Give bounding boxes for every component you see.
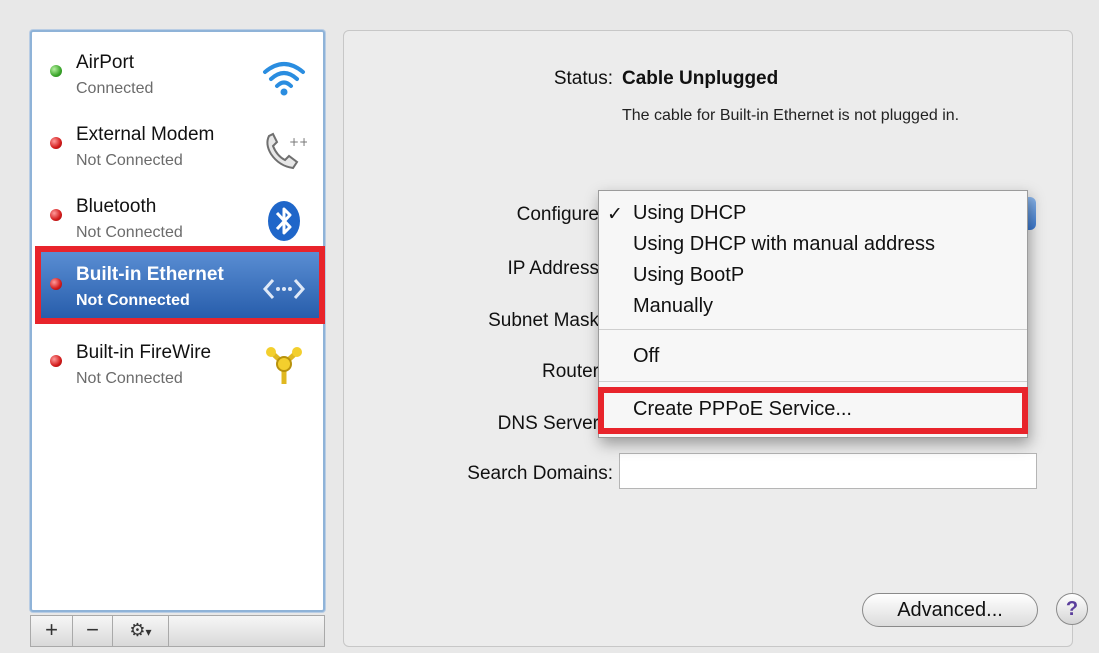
status-description: The cable for Built-in Ethernet is not p… xyxy=(622,107,960,124)
service-item-built-in-firewire[interactable]: Built-in FireWire Not Connected xyxy=(38,328,321,400)
svg-text:+++: +++ xyxy=(289,135,307,149)
advanced-button[interactable]: Advanced... xyxy=(862,593,1038,627)
gear-icon: ⚙ xyxy=(129,620,146,640)
status-dot-red xyxy=(50,355,62,367)
status-dot-green xyxy=(50,65,62,77)
menu-item-off[interactable]: Off xyxy=(633,345,659,368)
service-name: External Modem xyxy=(76,124,215,145)
service-status: Connected xyxy=(76,80,154,97)
search-domains-field[interactable] xyxy=(619,453,1037,489)
search-domains-label: Search Domains: xyxy=(467,463,613,484)
wifi-icon xyxy=(263,62,305,96)
service-name: Built-in Ethernet xyxy=(76,264,224,285)
status-label: Status: xyxy=(553,68,613,89)
menu-item-using-dhcp[interactable]: Using DHCP xyxy=(633,202,746,225)
phone-icon: +++ xyxy=(266,132,307,170)
service-item-external-modem[interactable]: External Modem Not Connected +++ xyxy=(38,110,321,182)
menu-item-using-bootp[interactable]: Using BootP xyxy=(633,264,744,287)
service-item-airport[interactable]: AirPort Connected xyxy=(38,38,321,110)
remove-service-button[interactable]: − xyxy=(73,616,113,646)
status-dot-red xyxy=(50,209,62,221)
bluetooth-icon xyxy=(268,201,300,241)
dns-server-label: DNS Server xyxy=(497,413,599,434)
service-list-toolbar: + − ⚙▾ xyxy=(30,615,325,647)
router-label: Router xyxy=(541,361,599,382)
ethernet-icon xyxy=(262,279,306,299)
menu-item-dhcp-manual-address[interactable]: Using DHCP with manual address xyxy=(633,233,935,256)
help-button[interactable]: ? xyxy=(1056,593,1088,625)
status-dot-red xyxy=(50,137,62,149)
status-dot-red xyxy=(50,278,62,290)
gear-action-button[interactable]: ⚙▾ xyxy=(113,616,169,646)
service-status: Not Connected xyxy=(76,370,183,387)
firewire-icon xyxy=(266,347,302,384)
service-name: AirPort xyxy=(76,52,135,73)
subnet-mask-label: Subnet Mask xyxy=(488,310,599,331)
menu-separator xyxy=(599,329,1027,330)
service-status: Not Connected xyxy=(76,152,183,169)
service-name: Bluetooth xyxy=(76,196,157,217)
menu-item-manually[interactable]: Manually xyxy=(633,295,713,318)
service-item-bluetooth[interactable]: Bluetooth Not Connected xyxy=(38,182,321,254)
menu-separator xyxy=(599,381,1027,382)
chevron-down-icon: ▾ xyxy=(145,625,152,639)
service-list: AirPort Connected External Modem Not Con… xyxy=(30,30,325,612)
checkmark-icon: ✓ xyxy=(607,204,623,225)
ip-address-label: IP Address xyxy=(507,258,599,279)
service-item-built-in-ethernet[interactable]: Built-in Ethernet Not Connected xyxy=(38,250,321,324)
service-name: Built-in FireWire xyxy=(76,342,212,363)
menu-item-create-pppoe-service[interactable]: Create PPPoE Service... xyxy=(633,398,852,421)
status-value: Cable Unplugged xyxy=(622,68,779,89)
configure-label: Configure xyxy=(516,204,599,225)
add-service-button[interactable]: + xyxy=(31,616,73,646)
service-status: Not Connected xyxy=(76,292,190,309)
service-status: Not Connected xyxy=(76,224,183,241)
configure-dropdown-menu: ✓ Using DHCP Using DHCP with manual addr… xyxy=(598,190,1028,438)
